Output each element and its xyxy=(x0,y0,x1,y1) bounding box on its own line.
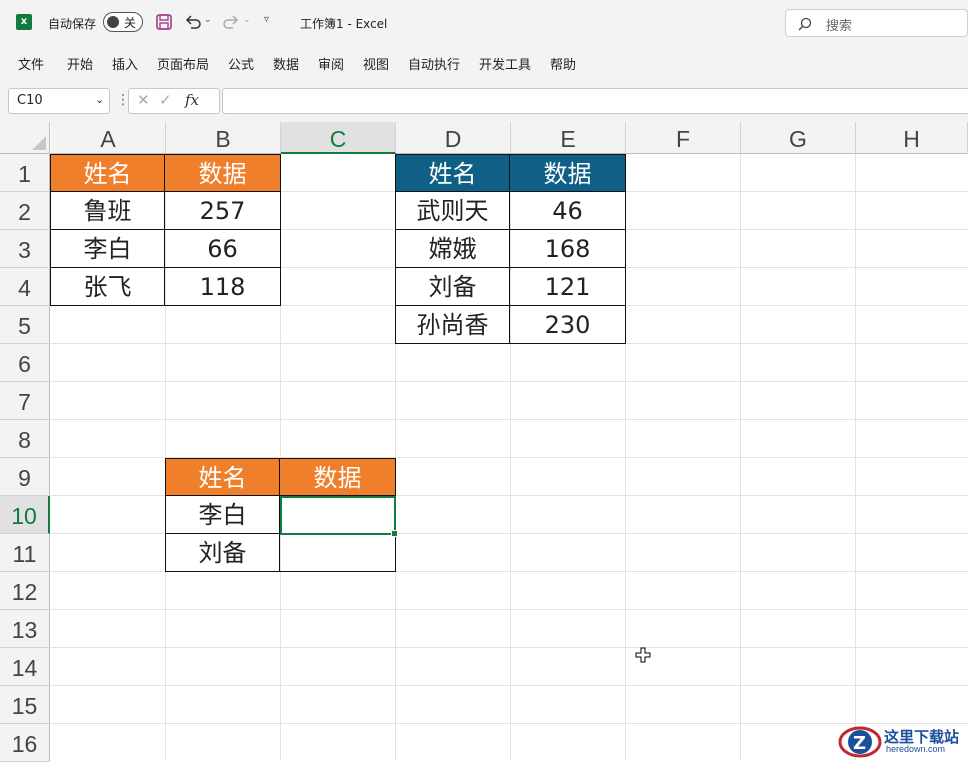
cell-c11[interactable] xyxy=(280,534,396,572)
menu-insert[interactable]: 插入 xyxy=(112,54,138,73)
menu-formulas[interactable]: 公式 xyxy=(228,54,254,73)
row-header-6[interactable]: 6 xyxy=(0,344,50,382)
redo-icon[interactable] xyxy=(222,14,240,30)
cell-e2[interactable]: 46 xyxy=(510,192,626,230)
cancel-icon[interactable]: ✕ xyxy=(137,91,150,109)
cell-b10[interactable]: 李白 xyxy=(165,496,280,534)
column-header-c[interactable]: C xyxy=(281,122,396,154)
undo-dropdown-icon[interactable]: ⌄ xyxy=(204,15,212,25)
search-box[interactable]: 搜索 xyxy=(785,9,968,37)
redo-dropdown-icon[interactable]: ⌄ xyxy=(243,15,251,25)
select-all-button[interactable] xyxy=(0,122,50,154)
cell-a3[interactable]: 李白 xyxy=(50,230,165,268)
column-header-e[interactable]: E xyxy=(511,122,626,154)
cell-b11[interactable]: 刘备 xyxy=(165,534,280,572)
row-header-11[interactable]: 11 xyxy=(0,534,50,572)
formula-input[interactable] xyxy=(222,88,968,114)
row-header-12[interactable]: 12 xyxy=(0,572,50,610)
cell-e4[interactable]: 121 xyxy=(510,268,626,306)
column-header-b[interactable]: B xyxy=(166,122,281,154)
menu-help[interactable]: 帮助 xyxy=(550,54,576,73)
menu-data[interactable]: 数据 xyxy=(273,54,299,73)
row-header-2[interactable]: 2 xyxy=(0,192,50,230)
row-header-5[interactable]: 5 xyxy=(0,306,50,344)
autosave-state: 关 xyxy=(124,16,137,30)
row-header-16[interactable]: 16 xyxy=(0,724,50,762)
cell-a2[interactable]: 鲁班 xyxy=(50,192,165,230)
cell-e1[interactable]: 数据 xyxy=(510,154,626,192)
toggle-knob xyxy=(107,16,119,28)
row-header-7[interactable]: 7 xyxy=(0,382,50,420)
column-header-f[interactable]: F xyxy=(626,122,741,154)
row-header-9[interactable]: 9 xyxy=(0,458,50,496)
menu-automate[interactable]: 自动执行 xyxy=(408,54,460,73)
watermark-logo-icon: Z xyxy=(838,726,882,758)
excel-logo-icon: x xyxy=(16,14,32,30)
row-header-8[interactable]: 8 xyxy=(0,420,50,458)
cell-b2[interactable]: 257 xyxy=(165,192,281,230)
row-header-10[interactable]: 10 xyxy=(0,496,50,534)
chevron-down-icon[interactable]: ⌄ xyxy=(95,93,104,106)
autosave-toggle[interactable]: 关 xyxy=(103,12,143,32)
row-header-14[interactable]: 14 xyxy=(0,648,50,686)
cell-b4[interactable]: 118 xyxy=(165,268,281,306)
autosave-label: 自动保存 xyxy=(48,17,97,31)
active-cell-selection[interactable] xyxy=(280,496,398,537)
search-placeholder: 搜索 xyxy=(826,19,853,34)
menu-view[interactable]: 视图 xyxy=(363,54,389,73)
window-title: 工作簿1 - Excel xyxy=(300,17,388,31)
insert-function-icon[interactable]: fx xyxy=(185,91,199,109)
column-header-d[interactable]: D xyxy=(396,122,511,154)
name-box[interactable]: C10 ⌄ xyxy=(8,88,110,114)
menu-page-layout[interactable]: 页面布局 xyxy=(157,54,209,73)
cell-d5[interactable]: 孙尚香 xyxy=(395,306,510,344)
column-header-h[interactable]: H xyxy=(856,122,968,154)
menu-home[interactable]: 开始 xyxy=(67,54,93,73)
cell-d2[interactable]: 武则天 xyxy=(395,192,510,230)
watermark: Z 这里下载站 heredown.com xyxy=(836,724,968,760)
cell-e5[interactable]: 230 xyxy=(510,306,626,344)
search-icon xyxy=(798,17,812,31)
cell-a4[interactable]: 张飞 xyxy=(50,268,165,306)
row-header-13[interactable]: 13 xyxy=(0,610,50,648)
cell-a1[interactable]: 姓名 xyxy=(50,154,165,192)
row-header-3[interactable]: 3 xyxy=(0,230,50,268)
cell-b9[interactable]: 姓名 xyxy=(165,458,280,496)
enter-icon[interactable]: ✓ xyxy=(159,91,172,109)
menu-review[interactable]: 审阅 xyxy=(318,54,344,73)
save-icon[interactable] xyxy=(156,14,172,30)
customize-toolbar-icon[interactable]: ▿ xyxy=(264,14,269,25)
name-box-value: C10 xyxy=(17,93,43,108)
formula-buttons: ✕ ✓ fx xyxy=(128,88,220,114)
cell-d3[interactable]: 嫦娥 xyxy=(395,230,510,268)
column-header-a[interactable]: A xyxy=(51,122,166,154)
cell-c9[interactable]: 数据 xyxy=(280,458,396,496)
svg-text:Z: Z xyxy=(853,733,866,754)
cell-d4[interactable]: 刘备 xyxy=(395,268,510,306)
undo-icon[interactable] xyxy=(184,14,202,30)
column-header-g[interactable]: G xyxy=(741,122,856,154)
cell-b3[interactable]: 66 xyxy=(165,230,281,268)
row-header-4[interactable]: 4 xyxy=(0,268,50,306)
row-header-1[interactable]: 1 xyxy=(0,154,50,192)
title-bar: x 自动保存 关 ⌄ ⌄ ▿ 工作簿1 - Excel 搜索 xyxy=(0,0,968,46)
cell-b1[interactable]: 数据 xyxy=(165,154,281,192)
row-header-15[interactable]: 15 xyxy=(0,686,50,724)
menu-file[interactable]: 文件 xyxy=(18,54,44,73)
cell-cursor-icon xyxy=(635,647,651,663)
cell-d1[interactable]: 姓名 xyxy=(395,154,510,192)
watermark-url: heredown.com xyxy=(886,744,946,754)
menu-developer[interactable]: 开发工具 xyxy=(479,54,531,73)
cell-e3[interactable]: 168 xyxy=(510,230,626,268)
